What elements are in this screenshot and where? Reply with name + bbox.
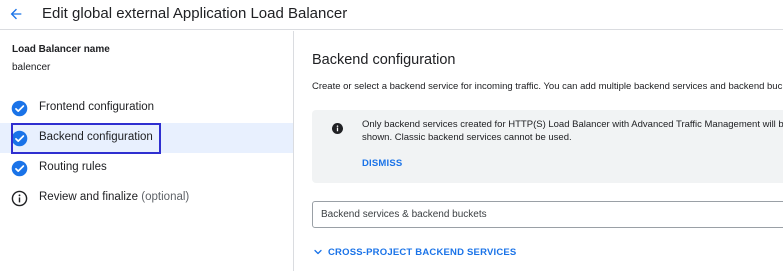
info-text: Only backend services created for HTTP(S… (362, 119, 783, 143)
step-routing-rules[interactable]: Routing rules (0, 153, 293, 183)
chevron-down-icon (314, 249, 322, 255)
lb-name-label: Load Balancer name (12, 44, 110, 55)
step-label-text: Review and finalize (39, 191, 139, 203)
back-button[interactable] (4, 2, 28, 26)
step-label: Routing rules (39, 161, 107, 173)
dismiss-button[interactable]: DISMISS (362, 158, 402, 169)
cross-project-label: CROSS-PROJECT BACKEND SERVICES (328, 246, 517, 258)
main-content: Backend configuration Create or select a… (295, 31, 783, 271)
step-label: Frontend configuration (39, 101, 155, 113)
optional-tag: (optional) (141, 191, 190, 203)
info-banner: Only backend services created for HTTP(S… (312, 110, 783, 183)
cross-project-backend-services-toggle[interactable]: CROSS-PROJECT BACKEND SERVICES (312, 246, 516, 258)
backend-services-select[interactable]: Backend services & backend buckets (312, 201, 783, 228)
check-circle-icon (11, 130, 28, 147)
step-label: Review and finalize (optional) (39, 191, 189, 203)
step-backend-configuration[interactable]: Backend configuration (0, 123, 293, 153)
step-review-and-finalize[interactable]: Review and finalize (optional) (0, 183, 293, 213)
step-label: Backend configuration (39, 131, 153, 143)
page-title: Edit global external Application Load Ba… (42, 5, 348, 22)
info-filled-icon (332, 123, 343, 134)
stepper-panel: Load Balancer name balencer Frontend con… (0, 31, 294, 271)
page-header: Edit global external Application Load Ba… (0, 0, 783, 30)
select-placeholder: Backend services & backend buckets (321, 209, 487, 220)
section-title: Backend configuration (312, 52, 456, 68)
info-outline-icon (11, 190, 28, 207)
arrow-back-icon (10, 8, 22, 20)
lb-name-value: balencer (12, 62, 51, 73)
step-frontend-configuration[interactable]: Frontend configuration (0, 93, 293, 123)
check-circle-icon (11, 100, 28, 117)
check-circle-icon (11, 160, 28, 177)
section-description: Create or select a backend service for i… (312, 81, 783, 92)
